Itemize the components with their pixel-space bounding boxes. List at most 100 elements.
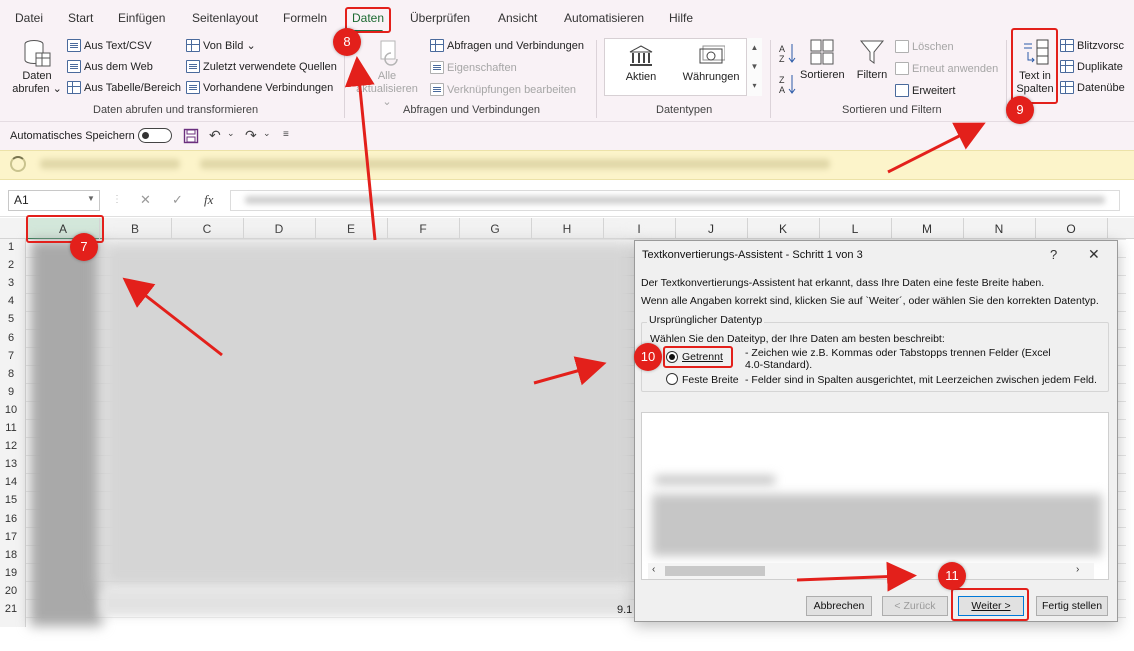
row-header-11[interactable]: 11 bbox=[0, 422, 22, 434]
gallery-scrollbar[interactable]: ▲ ▼ ▾ bbox=[746, 38, 762, 96]
row-header-14[interactable]: 14 bbox=[0, 476, 22, 488]
scroll-up-icon[interactable]: ▲ bbox=[747, 38, 762, 57]
data-validation-button[interactable]: Datenübe bbox=[1060, 81, 1125, 94]
scroll-left-icon[interactable]: ‹ bbox=[652, 564, 655, 575]
row-header-15[interactable]: 15 bbox=[0, 494, 22, 506]
flash-fill-button[interactable]: Blitzvorsc bbox=[1060, 39, 1124, 52]
sort-button[interactable]: Sortieren bbox=[800, 38, 845, 88]
column-header-h[interactable]: H bbox=[531, 222, 603, 236]
row-header-12[interactable]: 12 bbox=[0, 440, 22, 452]
redo-dropdown-icon[interactable]: ⌄ bbox=[263, 128, 271, 139]
column-header-f[interactable]: F bbox=[387, 222, 459, 236]
column-header-d[interactable]: D bbox=[243, 222, 315, 236]
flash-fill-icon bbox=[1060, 39, 1074, 52]
existing-connections-button[interactable]: Vorhandene Verbindungen bbox=[186, 81, 333, 94]
tab-seitenlayout[interactable]: Seitenlayout bbox=[192, 11, 258, 25]
cancel-button[interactable]: Abbrechen bbox=[806, 596, 872, 616]
reapply-button[interactable]: Erneut anwenden bbox=[895, 62, 998, 75]
insert-function-icon[interactable]: fx bbox=[204, 192, 213, 208]
back-button[interactable]: < Zurück bbox=[882, 596, 948, 616]
clear-filter-button[interactable]: Löschen bbox=[895, 40, 954, 53]
tab-start[interactable]: Start bbox=[68, 11, 93, 25]
column-header-g[interactable]: G bbox=[459, 222, 531, 236]
row-header-5[interactable]: 5 bbox=[0, 313, 22, 325]
finish-button[interactable]: Fertig stellen bbox=[1036, 596, 1108, 616]
row-header-16[interactable]: 16 bbox=[0, 513, 22, 525]
queries-connections-button[interactable]: Abfragen und Verbindungen bbox=[430, 39, 584, 52]
edit-links-icon bbox=[430, 83, 444, 96]
column-header-n[interactable]: N bbox=[963, 222, 1035, 236]
row-header-21[interactable]: 21 bbox=[0, 603, 22, 615]
confirm-entry-icon[interactable]: ✓ bbox=[172, 192, 183, 208]
sort-az-button[interactable]: AZ ZA bbox=[778, 42, 798, 95]
highlight-text-to-columns bbox=[1011, 28, 1058, 104]
row-header-6[interactable]: 6 bbox=[0, 332, 22, 344]
autosave-toggle[interactable] bbox=[138, 128, 172, 143]
row-header-17[interactable]: 17 bbox=[0, 531, 22, 543]
row-header-20[interactable]: 20 bbox=[0, 585, 22, 597]
from-text-csv-button[interactable]: Aus Text/CSV bbox=[67, 39, 152, 52]
recent-sources-button[interactable]: Zuletzt verwendete Quellen bbox=[186, 60, 337, 73]
row-header-13[interactable]: 13 bbox=[0, 458, 22, 470]
column-header-i[interactable]: I bbox=[603, 222, 675, 236]
queries-connections-label: Abfragen und Verbindungen bbox=[447, 39, 585, 52]
scrollbar-thumb[interactable] bbox=[665, 566, 765, 576]
column-header-j[interactable]: J bbox=[675, 222, 747, 236]
radio-fixed-width[interactable] bbox=[666, 373, 678, 385]
row-header-2[interactable]: 2 bbox=[0, 259, 22, 271]
refresh-all-button[interactable]: Alle aktualisieren ⌄ bbox=[352, 38, 422, 108]
row-header-3[interactable]: 3 bbox=[0, 277, 22, 289]
from-table-range-button[interactable]: Aus Tabelle/Bereich bbox=[67, 81, 181, 94]
column-header-l[interactable]: L bbox=[819, 222, 891, 236]
row-header-10[interactable]: 10 bbox=[0, 404, 22, 416]
remove-duplicates-button[interactable]: Duplikate bbox=[1060, 60, 1123, 73]
tab-formeln[interactable]: Formeln bbox=[283, 11, 327, 25]
scroll-right-icon[interactable]: › bbox=[1076, 564, 1079, 575]
undo-dropdown-icon[interactable]: ⌄ bbox=[227, 128, 235, 139]
row-header-1[interactable]: 1 bbox=[0, 241, 22, 253]
tab-automatisieren[interactable]: Automatisieren bbox=[564, 11, 644, 25]
tab-einfuegen[interactable]: Einfügen bbox=[118, 11, 165, 25]
help-icon[interactable]: ? bbox=[1050, 247, 1057, 262]
chevron-down-icon[interactable]: ▼ bbox=[87, 194, 95, 203]
tab-ueberpruefen[interactable]: Überprüfen bbox=[410, 11, 470, 25]
table-icon bbox=[67, 81, 81, 94]
redo-icon[interactable]: ↷ bbox=[245, 127, 257, 144]
close-icon[interactable]: ✕ bbox=[1088, 246, 1100, 263]
row-header-4[interactable]: 4 bbox=[0, 295, 22, 307]
tab-hilfe[interactable]: Hilfe bbox=[669, 11, 693, 25]
column-header-c[interactable]: C bbox=[171, 222, 243, 236]
clear-filter-label: Löschen bbox=[912, 40, 954, 53]
column-header-b[interactable]: B bbox=[99, 222, 171, 236]
tab-datei[interactable]: Datei bbox=[15, 11, 43, 25]
save-icon[interactable] bbox=[183, 128, 199, 144]
column-header-o[interactable]: O bbox=[1035, 222, 1107, 236]
fixed-width-label[interactable]: Feste Breite bbox=[682, 374, 739, 386]
row-header-8[interactable]: 8 bbox=[0, 368, 22, 380]
properties-button[interactable]: Eigenschaften bbox=[430, 61, 517, 74]
filter-button[interactable]: Filtern bbox=[852, 38, 892, 88]
scroll-down-icon[interactable]: ▼ bbox=[747, 57, 762, 76]
advanced-filter-button[interactable]: Erweitert bbox=[895, 84, 955, 97]
column-header-e[interactable]: E bbox=[315, 222, 387, 236]
from-web-button[interactable]: Aus dem Web bbox=[67, 60, 153, 73]
advanced-filter-label: Erweitert bbox=[912, 84, 956, 97]
tab-ansicht[interactable]: Ansicht bbox=[498, 11, 537, 25]
connections-icon bbox=[186, 81, 200, 94]
cancel-entry-icon[interactable]: ✕ bbox=[140, 192, 151, 208]
column-header-k[interactable]: K bbox=[747, 222, 819, 236]
stocks-data-type[interactable]: Aktien bbox=[612, 44, 670, 90]
get-data-button[interactable]: Daten abrufen ⌄ bbox=[10, 38, 64, 100]
row-header-18[interactable]: 18 bbox=[0, 549, 22, 561]
gallery-more-icon[interactable]: ▾ bbox=[747, 76, 762, 95]
undo-icon[interactable]: ↶ bbox=[209, 127, 221, 144]
row-header-9[interactable]: 9 bbox=[0, 386, 22, 398]
from-picture-button[interactable]: Von Bild ⌄ bbox=[186, 39, 256, 52]
fieldset-legend: Ursprünglicher Datentyp bbox=[647, 314, 765, 326]
currencies-data-type[interactable]: Währungen bbox=[678, 44, 744, 90]
column-header-m[interactable]: M bbox=[891, 222, 963, 236]
edit-links-button[interactable]: Verknüpfungen bearbeiten bbox=[430, 83, 576, 96]
customize-qat-icon[interactable]: ≡ bbox=[283, 129, 289, 140]
row-header-7[interactable]: 7 bbox=[0, 350, 22, 362]
row-header-19[interactable]: 19 bbox=[0, 567, 22, 579]
